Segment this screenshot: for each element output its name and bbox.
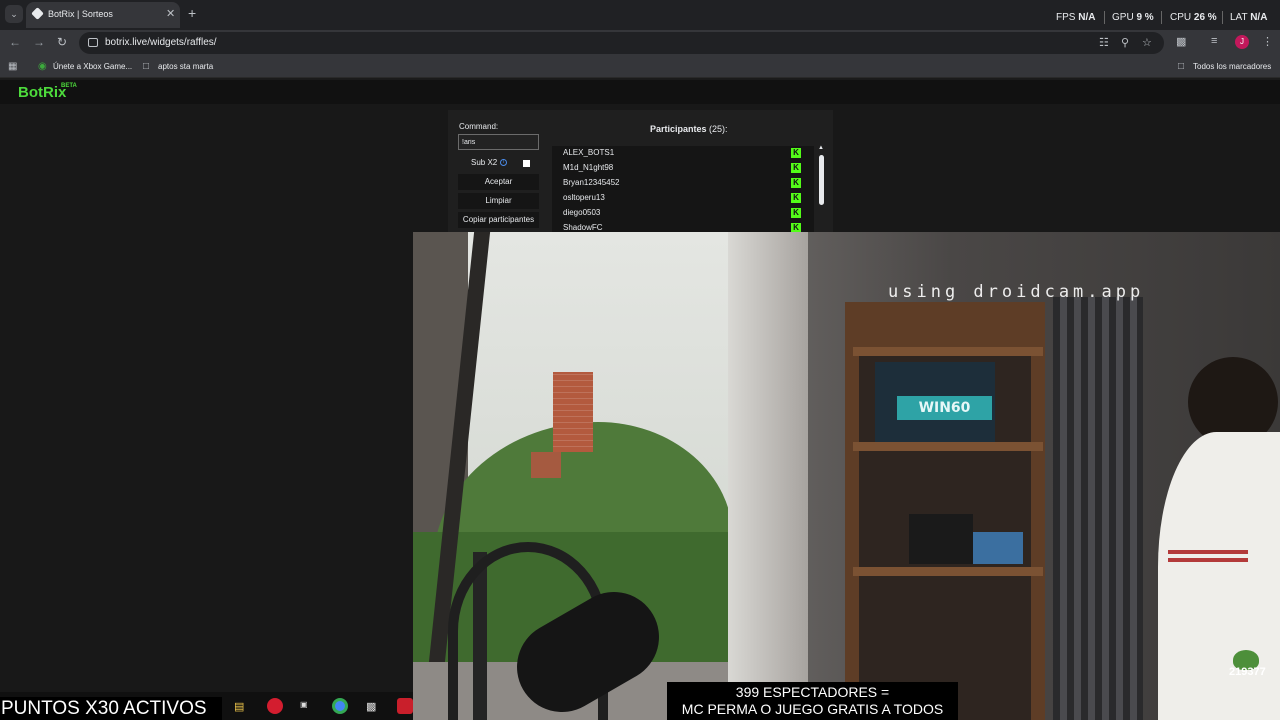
- participants-list[interactable]: ALEX_BOTS1 K M1d_N1ght98 K Bryan12345452…: [552, 146, 814, 235]
- gpu-readout: GPU 9 %: [1112, 12, 1154, 23]
- translate-icon[interactable]: ☷: [1099, 36, 1109, 49]
- perf-divider: [1222, 11, 1223, 24]
- list-item: diego0503 K: [552, 206, 801, 221]
- new-tab-plus-icon[interactable]: +: [188, 5, 196, 21]
- sub-x2-checkbox[interactable]: [523, 160, 530, 167]
- list-item: ALEX_BOTS1 K: [552, 146, 801, 161]
- clear-button[interactable]: Limpiar: [458, 193, 539, 209]
- menu-kebab-icon[interactable]: ⋮: [1262, 35, 1273, 48]
- kick-icon: K: [791, 148, 801, 158]
- kick-icon: K: [791, 163, 801, 173]
- tab-title: BotRix | Sorteos: [48, 9, 113, 19]
- small-building: [531, 452, 561, 478]
- lat-readout: LAT N/A: [1230, 12, 1268, 23]
- scroll-up-arrow-icon[interactable]: ▲: [818, 145, 824, 151]
- command-input[interactable]: [458, 134, 539, 150]
- folder-icon: □: [1178, 61, 1185, 72]
- emote-count: 219377: [1229, 666, 1266, 678]
- tower-windows: [553, 372, 593, 452]
- kick-icon: K: [791, 193, 801, 203]
- participant-name: ALEX_BOTS1: [563, 148, 615, 157]
- red-app-icon[interactable]: [397, 698, 413, 714]
- address-bar[interactable]: botrix.live/widgets/raffles/ ☷ ⚲ ☆: [79, 32, 1164, 54]
- radiator: [1053, 297, 1143, 720]
- tab-strip: ⌄ BotRix | Sorteos ✕ + FPS N/A GPU 9 % C…: [0, 0, 1280, 30]
- apps-grid-icon[interactable]: ▦: [8, 61, 17, 72]
- xbox-icon: ◉: [38, 61, 47, 72]
- accept-button[interactable]: Aceptar: [458, 174, 539, 190]
- participants-scrollbar[interactable]: ▲: [817, 145, 826, 232]
- folder-icon: □: [143, 61, 150, 72]
- shirt-stripe: [1168, 558, 1248, 562]
- shelf-board: [853, 442, 1043, 451]
- info-icon[interactable]: i: [500, 159, 507, 166]
- all-bookmarks[interactable]: Todos los marcadores: [1193, 62, 1271, 71]
- perf-divider: [1104, 11, 1105, 24]
- copy-participants-button[interactable]: Copiar participantes: [458, 212, 539, 228]
- file-explorer-icon[interactable]: ▤: [234, 700, 244, 713]
- product-box-dark: [909, 514, 973, 564]
- list-item: M1d_N1ght98 K: [552, 161, 801, 176]
- droidcam-watermark: using droidcam.app: [888, 282, 1145, 302]
- participants-heading: Participantes (25):: [650, 124, 728, 134]
- product-box-blue: [973, 532, 1023, 564]
- points-banner: PUNTOS X30 ACTIVOS: [0, 697, 222, 720]
- command-label: Command:: [459, 122, 499, 131]
- bookmark-xbox[interactable]: Únete a Xbox Game...: [53, 62, 132, 71]
- browser-toolbar: ← → ↻ botrix.live/widgets/raffles/ ☷ ⚲ ☆…: [0, 30, 1280, 56]
- app-header: BotRix BETA: [0, 80, 1280, 104]
- participant-name: ShadowFC: [563, 223, 603, 232]
- participant-name: diego0503: [563, 208, 601, 217]
- kick-icon: K: [791, 208, 801, 218]
- profile-avatar[interactable]: J: [1235, 35, 1249, 49]
- scroll-thumb[interactable]: [819, 155, 824, 205]
- botrix-logo[interactable]: BotRix: [18, 84, 66, 101]
- caption-line: MC PERMA O JUEGO GRATIS A TODOS: [681, 701, 944, 717]
- url-text[interactable]: botrix.live/widgets/raffles/: [105, 37, 217, 48]
- product-box-label: WIN60: [897, 396, 992, 420]
- participant-name: Bryan12345452: [563, 178, 620, 187]
- list-item: osltoperu13 K: [552, 191, 801, 206]
- sub-x2-label: Sub X2: [471, 158, 498, 167]
- app-icon[interactable]: ▣: [300, 700, 308, 709]
- participant-name: M1d_N1ght98: [563, 163, 614, 172]
- extensions-puzzle-icon[interactable]: ▩: [1176, 35, 1186, 48]
- viewer-goal-caption: 399 ESPECTADORES = MC PERMA O JUEGO GRAT…: [667, 682, 958, 720]
- list-item: Bryan12345452 K: [552, 176, 801, 191]
- zoom-icon[interactable]: ⚲: [1121, 36, 1129, 49]
- cpu-readout: CPU 26 %: [1170, 12, 1217, 23]
- reload-icon[interactable]: ↻: [57, 35, 67, 49]
- botrix-favicon-icon: [31, 7, 44, 20]
- forward-arrow-icon[interactable]: →: [33, 35, 45, 49]
- chrome-icon[interactable]: [332, 698, 348, 714]
- participant-name: osltoperu13: [563, 193, 605, 202]
- bookmark-aptos[interactable]: aptos sta marta: [158, 62, 213, 71]
- curtain: [728, 232, 808, 720]
- tab-search-button[interactable]: ⌄: [5, 5, 23, 23]
- opera-icon[interactable]: [267, 698, 283, 714]
- site-info-icon[interactable]: [88, 38, 98, 47]
- perf-divider: [1161, 11, 1162, 24]
- media-control-icon[interactable]: ≡: [1211, 35, 1217, 47]
- shelf-board: [853, 347, 1043, 356]
- tab-botrix-sorteos[interactable]: BotRix | Sorteos ✕: [26, 2, 180, 28]
- bookmark-star-icon[interactable]: ☆: [1142, 36, 1152, 49]
- caption-line: 399 ESPECTADORES =: [735, 684, 890, 700]
- fps-readout: FPS N/A: [1056, 12, 1096, 23]
- shirt-stripe: [1168, 550, 1248, 554]
- shelf-board: [853, 567, 1043, 576]
- kick-icon: K: [791, 178, 801, 188]
- bookmarks-bar: ▦ ◉ Únete a Xbox Game... □ aptos sta mar…: [0, 56, 1280, 78]
- raffle-panel: Command: Sub X2 i Aceptar Limpiar Copiar…: [448, 110, 833, 235]
- webcam-overlay: WIN60 using droidcam.app 219377: [413, 232, 1280, 720]
- tab-close-icon[interactable]: ✕: [166, 7, 175, 20]
- window-app-icon[interactable]: ▩: [366, 700, 376, 713]
- beta-badge: BETA: [61, 83, 77, 89]
- back-arrow-icon[interactable]: ←: [9, 35, 21, 49]
